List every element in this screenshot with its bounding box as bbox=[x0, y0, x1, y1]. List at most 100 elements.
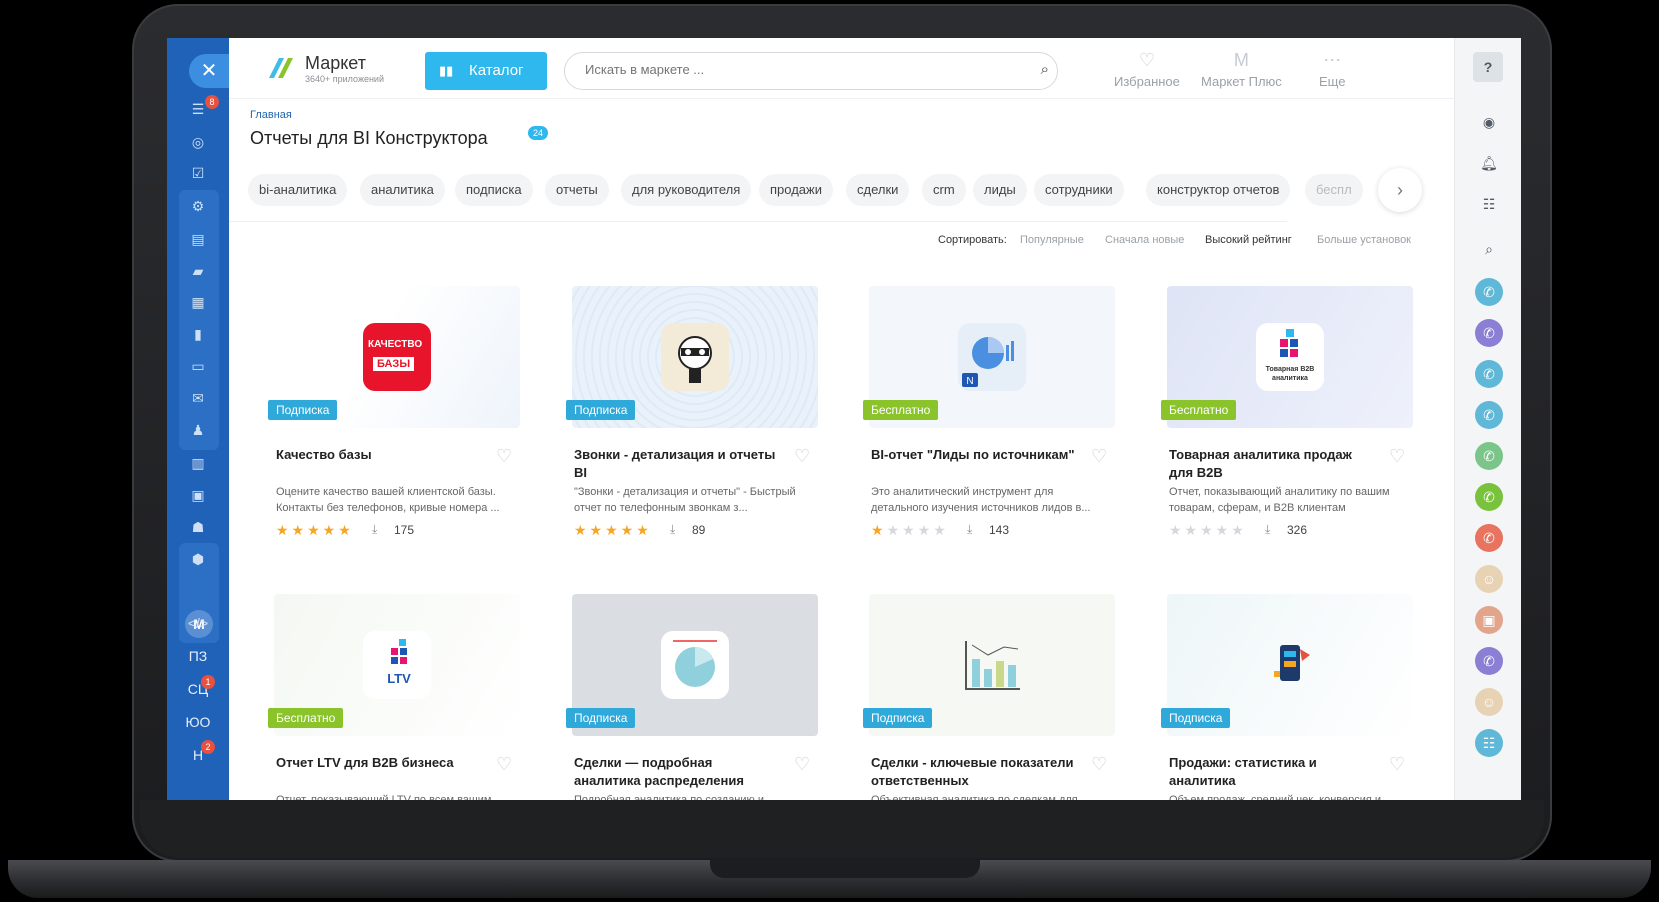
logo-subtitle: 3640+ приложений bbox=[305, 74, 384, 84]
app-description: Оцените качество вашей клиентской базы. … bbox=[276, 486, 500, 514]
search-icon[interactable]: ⌕ bbox=[1041, 61, 1049, 78]
search-input[interactable] bbox=[583, 61, 987, 78]
subscription-badge: Подписка bbox=[268, 400, 338, 420]
search-icon-right[interactable]: ⌕ bbox=[1475, 235, 1503, 263]
catalog-label: Каталог bbox=[469, 62, 524, 79]
heart-icon[interactable]: ♡ bbox=[1389, 446, 1405, 467]
users-icon[interactable]: ♟ bbox=[187, 419, 209, 441]
app-name[interactable]: Отчет LTV для B2B бизнеса bbox=[276, 754, 481, 772]
drive-icon[interactable]: ▭ bbox=[187, 355, 209, 377]
catalog-button[interactable]: ▮▮ Каталог bbox=[425, 52, 547, 90]
document-icon[interactable]: ▮ bbox=[187, 323, 209, 345]
app-name[interactable]: Качество базы bbox=[276, 446, 481, 464]
app-card[interactable]: КАЧЕСТВО БАЗЫ Подписка Качество базы ♡ О… bbox=[268, 286, 520, 538]
box-icon[interactable]: ⬢ bbox=[187, 548, 209, 570]
tag-chip[interactable]: конструктор отчетов bbox=[1146, 174, 1291, 206]
chevron-right-icon[interactable]: › bbox=[1378, 168, 1422, 212]
chat-icon[interactable]: ▰ bbox=[187, 260, 209, 282]
bar-chart-icon bbox=[958, 631, 1026, 699]
sort-installs[interactable]: Больше установок bbox=[1317, 234, 1411, 246]
logo-title[interactable]: Маркет bbox=[305, 53, 366, 74]
help-icon[interactable]: ? bbox=[1473, 52, 1503, 82]
app-card[interactable]: Подписка Сделки - ключевые показатели от… bbox=[863, 594, 1115, 800]
heart-icon[interactable]: ♡ bbox=[794, 446, 810, 467]
phone-icon[interactable]: ✆ bbox=[1475, 483, 1503, 511]
tag-chip[interactable]: сотрудники bbox=[1034, 174, 1124, 206]
app-card[interactable]: Подписка Сделки — подробная аналитика ра… bbox=[566, 594, 818, 800]
robot-icon[interactable]: ☗ bbox=[187, 516, 209, 538]
app-card[interactable]: Подписка Звонки - детализация и отчеты B… bbox=[566, 286, 818, 538]
app-card[interactable]: Товарная B2B аналитика Бесплатно Товарна… bbox=[1161, 286, 1413, 538]
app-icon: КАЧЕСТВО БАЗЫ bbox=[363, 323, 431, 391]
chat-bubble-icon[interactable]: ☷ bbox=[1475, 190, 1503, 218]
app-description: Отчет, показывающий LTV по всем вашим... bbox=[276, 794, 501, 800]
phone-icon[interactable]: ✆ bbox=[1475, 647, 1503, 675]
app-card[interactable]: N Бесплатно BI-отчет "Лиды по источникам… bbox=[863, 286, 1115, 538]
tasks-icon[interactable]: ☑ bbox=[187, 162, 209, 184]
sort-rating[interactable]: Высокий рейтинг bbox=[1205, 234, 1292, 246]
phone-icon[interactable]: ✆ bbox=[1475, 524, 1503, 552]
avatar[interactable]: ☺ bbox=[1475, 688, 1503, 716]
tag-chip[interactable]: аналитика bbox=[360, 174, 445, 206]
target-icon[interactable]: ◎ bbox=[187, 131, 209, 153]
app-description: "Звонки - детализация и отчеты" - Быстры… bbox=[574, 486, 796, 514]
phone-icon[interactable]: ✆ bbox=[1475, 360, 1503, 388]
mail-icon[interactable]: ✉ bbox=[187, 387, 209, 409]
tag-chip[interactable]: отчеты bbox=[545, 174, 609, 206]
phone-icon[interactable]: ✆ bbox=[1475, 442, 1503, 470]
heart-icon[interactable]: ♡ bbox=[1091, 446, 1107, 467]
tag-chip[interactable]: подписка bbox=[455, 174, 533, 206]
tag-chip[interactable]: для руководителя bbox=[621, 174, 752, 206]
tag-chip[interactable]: продажи bbox=[759, 174, 833, 206]
app-name[interactable]: Звонки - детализация и отчеты BI bbox=[574, 446, 779, 482]
app-card[interactable]: Подписка Продажи: статистика и аналитика… bbox=[1161, 594, 1413, 800]
install-count: 175 bbox=[394, 523, 415, 537]
calendar-icon[interactable]: ▦ bbox=[187, 291, 209, 313]
more-label: Еще bbox=[1319, 74, 1346, 89]
contact-card-icon[interactable]: ▣ bbox=[1475, 606, 1503, 634]
b2b-analytics-icon: Товарная B2B аналитика bbox=[1256, 323, 1324, 391]
app-name[interactable]: BI-отчет "Лиды по источникам" bbox=[871, 446, 1076, 464]
heart-icon[interactable]: ♡ bbox=[794, 754, 810, 775]
sort-newest[interactable]: Сначала новые bbox=[1105, 234, 1184, 246]
phone-icon[interactable]: ✆ bbox=[1475, 319, 1503, 347]
chart-icon[interactable]: ▥ bbox=[187, 452, 209, 474]
search-box[interactable]: ⌕ bbox=[564, 52, 1058, 90]
sidebar-item-yuo[interactable]: ЮО bbox=[177, 714, 219, 730]
favorites-button[interactable]: ♡ Избранное bbox=[1114, 50, 1180, 89]
heart-icon[interactable]: ♡ bbox=[496, 446, 512, 467]
tag-chip[interactable]: crm bbox=[922, 174, 966, 206]
heart-icon[interactable]: ♡ bbox=[1389, 754, 1405, 775]
app-card[interactable]: LTV Бесплатно Отчет LTV для B2B бизнеса … bbox=[268, 594, 520, 800]
code-icon[interactable]: </> bbox=[187, 612, 209, 634]
inbox-icon[interactable]: ▤ bbox=[187, 228, 209, 250]
tag-chip[interactable]: bi-аналитика bbox=[248, 174, 348, 206]
phone-icon[interactable]: ✆ bbox=[1475, 401, 1503, 429]
group-chat-icon[interactable]: ☷ bbox=[1475, 729, 1503, 757]
app-name[interactable]: Товарная аналитика продаж для B2B bbox=[1169, 446, 1374, 482]
sort-popular[interactable]: Популярные bbox=[1020, 234, 1084, 246]
right-sidebar: ? ◉ 🔔︎ ☷ ⌕ ✆ ✆ ✆ ✆ ✆ ✆ ✆ ☺ ▣ ✆ ☺ ☷ bbox=[1454, 38, 1521, 800]
tag-chip[interactable]: беспл bbox=[1305, 174, 1363, 206]
copilot-icon[interactable]: ◉ bbox=[1475, 108, 1503, 136]
phone-icon[interactable]: ✆ bbox=[1475, 278, 1503, 306]
app-description: Это аналитический инструмент для детальн… bbox=[871, 486, 1091, 514]
app-name[interactable]: Продажи: статистика и аналитика bbox=[1169, 754, 1374, 790]
more-button[interactable]: ⋯ Еще bbox=[1319, 50, 1345, 89]
close-icon[interactable]: ✕ bbox=[189, 54, 229, 88]
bell-icon[interactable]: 🔔︎ bbox=[1475, 149, 1503, 177]
avatar[interactable]: ☺ bbox=[1475, 565, 1503, 593]
crm-icon[interactable]: ⚙ bbox=[187, 195, 209, 217]
app-name[interactable]: Сделки - ключевые показатели ответственн… bbox=[871, 754, 1076, 790]
heart-icon[interactable]: ♡ bbox=[496, 754, 512, 775]
heart-icon[interactable]: ♡ bbox=[1091, 754, 1107, 775]
market-plus-button[interactable]: M Маркет Плюс bbox=[1201, 50, 1282, 89]
tag-chip[interactable]: сделки bbox=[846, 174, 910, 206]
left-sidebar: ✕ ☰ 8 ◎ ☑ ⚙ ▤ ▰ ▦ ▮ ▭ ✉ ♟ ▥ ▣ ☗ ⬢ M </> … bbox=[167, 38, 229, 800]
sidebar-item-pz[interactable]: ПЗ bbox=[177, 648, 219, 664]
app-name[interactable]: Сделки — подробная аналитика распределен… bbox=[574, 754, 779, 790]
breadcrumb[interactable]: Главная bbox=[250, 109, 292, 121]
tag-chip[interactable]: лиды bbox=[973, 174, 1027, 206]
sort-label: Сортировать: bbox=[938, 234, 1007, 246]
id-card-icon[interactable]: ▣ bbox=[187, 484, 209, 506]
